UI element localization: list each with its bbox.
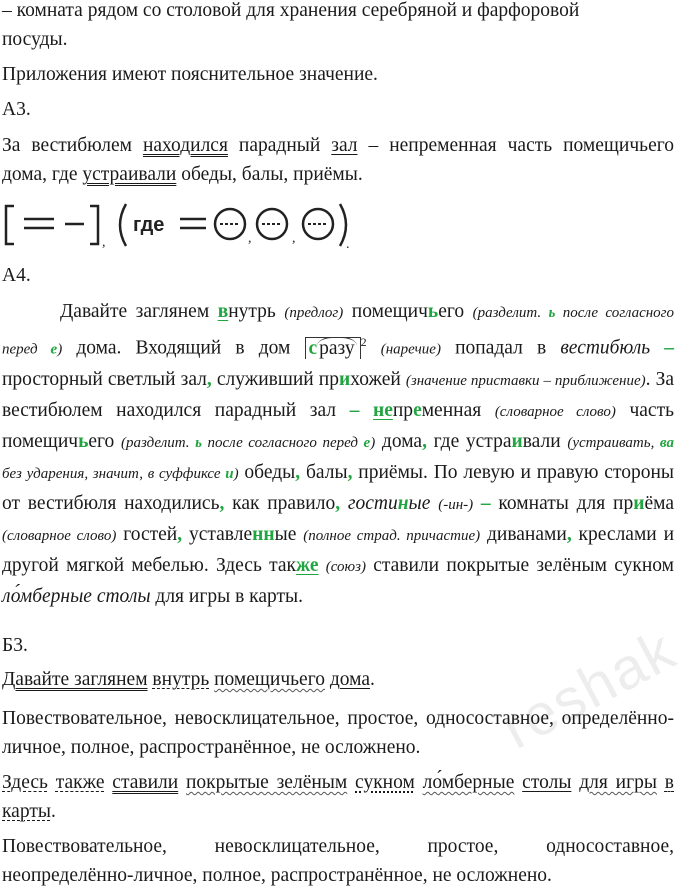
svg-text:.: . xyxy=(346,237,350,252)
a3-sentence: За вестибюлем находился парадный зал – н… xyxy=(2,135,674,185)
b3-description-2: Повествовательное, невосклицательное, пр… xyxy=(2,836,674,886)
heading-a4: А4. xyxy=(2,265,31,286)
heading-a3: А3. xyxy=(2,99,31,120)
intro-line-3: Приложения имеют пояснительное значение. xyxy=(2,64,378,85)
svg-text:,: , xyxy=(102,235,106,250)
scheme-where-word: где xyxy=(133,214,164,236)
intro-line-1: – комната рядом со столовой для хранения… xyxy=(2,0,580,21)
b3-sentence-2: Здесь также ставили покрытые зелёным сук… xyxy=(2,772,674,822)
heading-b3: Б3. xyxy=(2,635,28,656)
svg-text:,: , xyxy=(248,231,252,246)
intro-line-2: посуды. xyxy=(2,29,68,50)
sentence-scheme: , , , . где xyxy=(4,203,350,252)
svg-text:,: , xyxy=(292,231,296,246)
a4-paragraph: Давайте заглянем внутрь (предлог) помещи… xyxy=(2,301,675,607)
